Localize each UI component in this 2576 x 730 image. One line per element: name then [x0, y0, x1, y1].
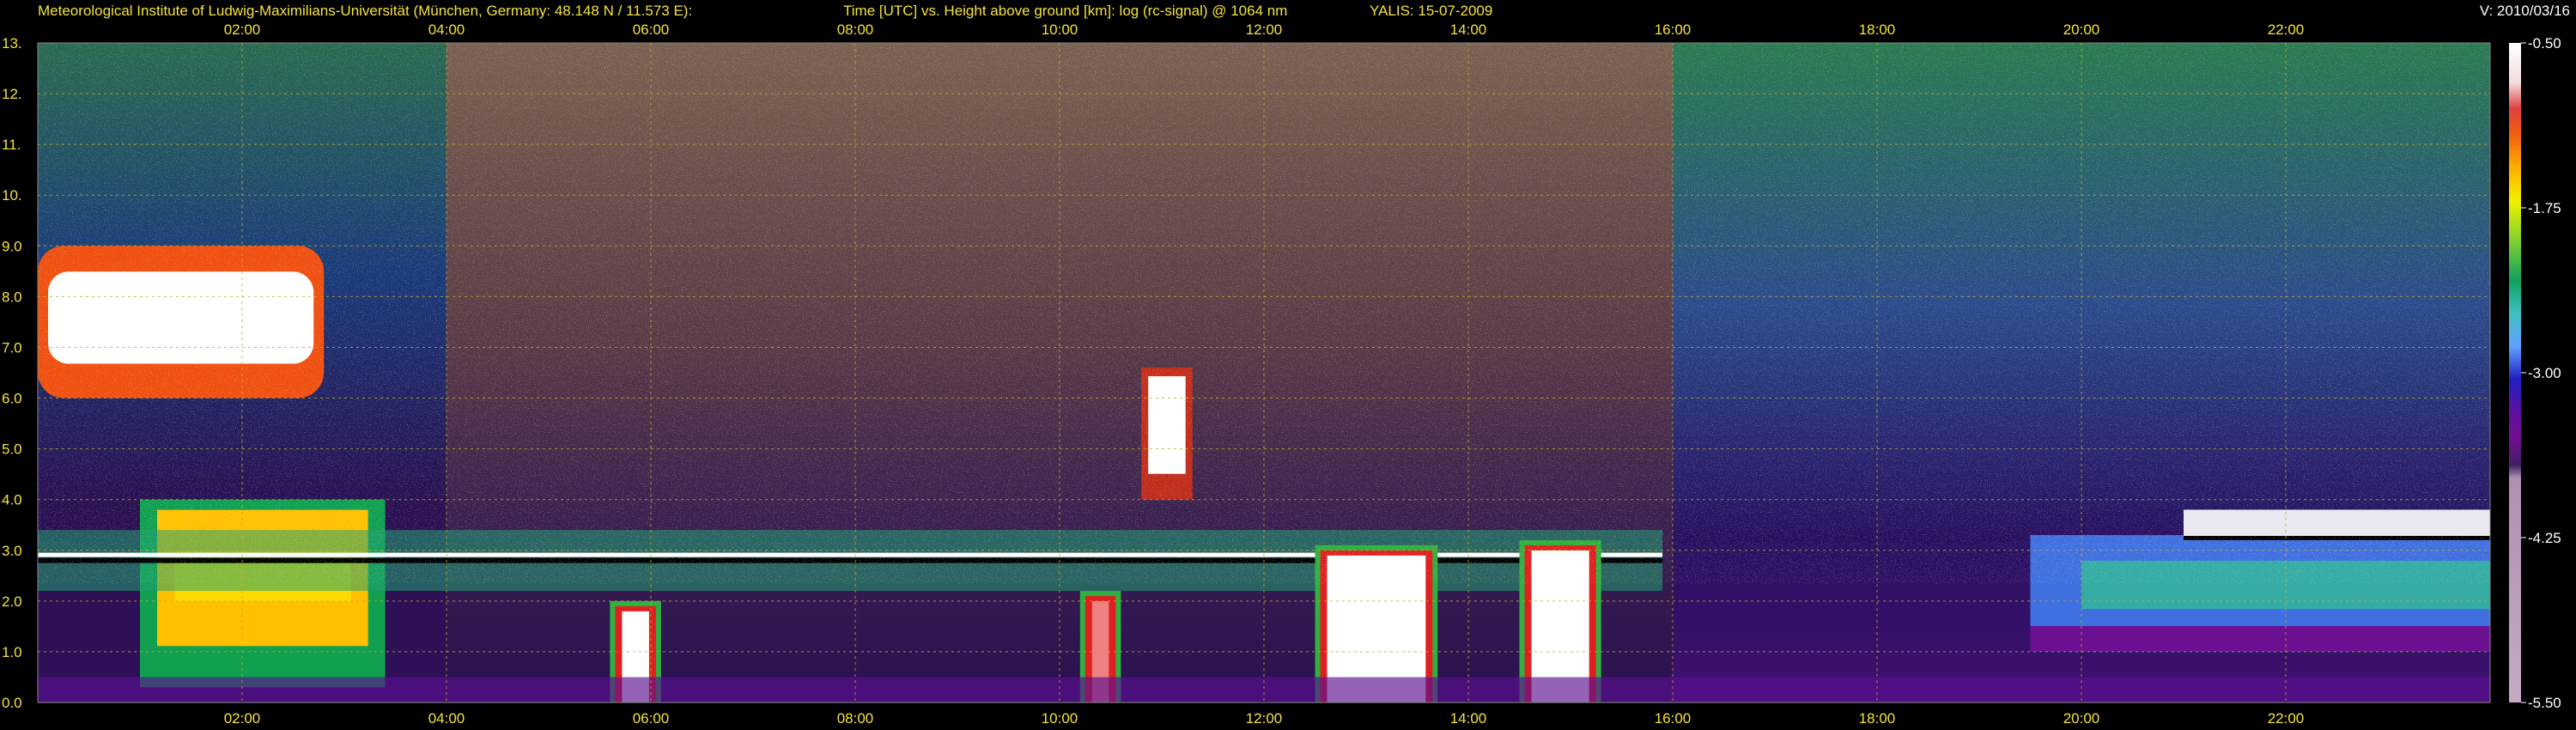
- x-tick-label-top: 06:00: [633, 21, 670, 38]
- x-tick-label-top: 08:00: [837, 21, 874, 38]
- x-tick-label-top: 14:00: [1450, 21, 1487, 38]
- y-tick-label: 3.0: [2, 543, 22, 559]
- x-tick-label-bottom: 08:00: [837, 710, 874, 727]
- y-tick-label: 9.0: [2, 238, 22, 254]
- colorbar-ticks: -0.50 -1.75 -3.00 -4.25 -5.50: [2521, 35, 2561, 711]
- colorbar-tick-label: -1.75: [2528, 200, 2561, 216]
- header-description: Time [UTC] vs. Height above ground [km]:…: [843, 3, 1287, 19]
- feature-aerosol-base: [2030, 625, 2490, 652]
- y-tick-label: 6.0: [2, 391, 22, 407]
- colorbar-gradient: [2509, 43, 2521, 703]
- x-tick-label-bottom: 12:00: [1246, 710, 1283, 727]
- colorbar-tick-label: -5.50: [2528, 695, 2561, 711]
- noise-layer: [38, 43, 2490, 584]
- y-tick-label: 5.0: [2, 441, 22, 458]
- x-tick-label-bottom: 10:00: [1042, 710, 1078, 727]
- y-tick-label: 13.: [2, 35, 22, 52]
- x-tick-label-top: 18:00: [1859, 21, 1896, 38]
- y-tick-label: 8.0: [2, 289, 22, 305]
- x-tick-label-top: 16:00: [1655, 21, 1692, 38]
- y-tick-label: 11.: [2, 137, 21, 153]
- x-tick-label-top: 10:00: [1042, 21, 1078, 38]
- x-tick-label-top: 20:00: [2063, 21, 2100, 38]
- x-tick-label-top: 22:00: [2268, 21, 2305, 38]
- lidar-chart: Meteorological Institute of Ludwig-Maxim…: [2, 3, 2570, 727]
- x-tick-label-bottom: 14:00: [1450, 710, 1487, 727]
- y-tick-label: 7.0: [2, 339, 22, 356]
- x-tick-label-bottom: 18:00: [1859, 710, 1896, 727]
- x-tick-label-top: 12:00: [1246, 21, 1283, 38]
- x-tick-label-bottom: 20:00: [2063, 710, 2100, 727]
- colorbar-tick-label: -4.25: [2528, 530, 2561, 546]
- y-tick-label: 1.0: [2, 644, 22, 660]
- x-tick-label-bottom: 22:00: [2268, 710, 2305, 727]
- y-tick-label: 12.: [2, 86, 22, 102]
- colorbar-tick-label: -3.00: [2528, 365, 2561, 381]
- x-tick-label-bottom: 02:00: [224, 710, 261, 727]
- header-institute: Meteorological Institute of Ludwig-Maxim…: [38, 3, 692, 19]
- y-tick-label: 4.0: [2, 492, 22, 508]
- x-tick-label-top: 04:00: [428, 21, 465, 38]
- y-tick-label: 10.: [2, 187, 22, 204]
- header-instrument-date: YALIS: 15-07-2009: [1370, 3, 1492, 19]
- y-tick-label: 0.0: [2, 695, 22, 711]
- x-tick-label-bottom: 06:00: [633, 710, 670, 727]
- colorbar-tick-label: -0.50: [2528, 35, 2561, 52]
- header-version: V: 2010/03/16: [2480, 3, 2570, 19]
- x-tick-label-top: 02:00: [224, 21, 261, 38]
- plot-area: [37, 42, 2491, 703]
- x-tick-label-bottom: 04:00: [428, 710, 465, 727]
- x-tick-label-bottom: 16:00: [1655, 710, 1692, 727]
- y-tick-label: 2.0: [2, 593, 22, 610]
- colorbar: -0.50 -1.75 -3.00 -4.25 -5.50: [2509, 35, 2561, 711]
